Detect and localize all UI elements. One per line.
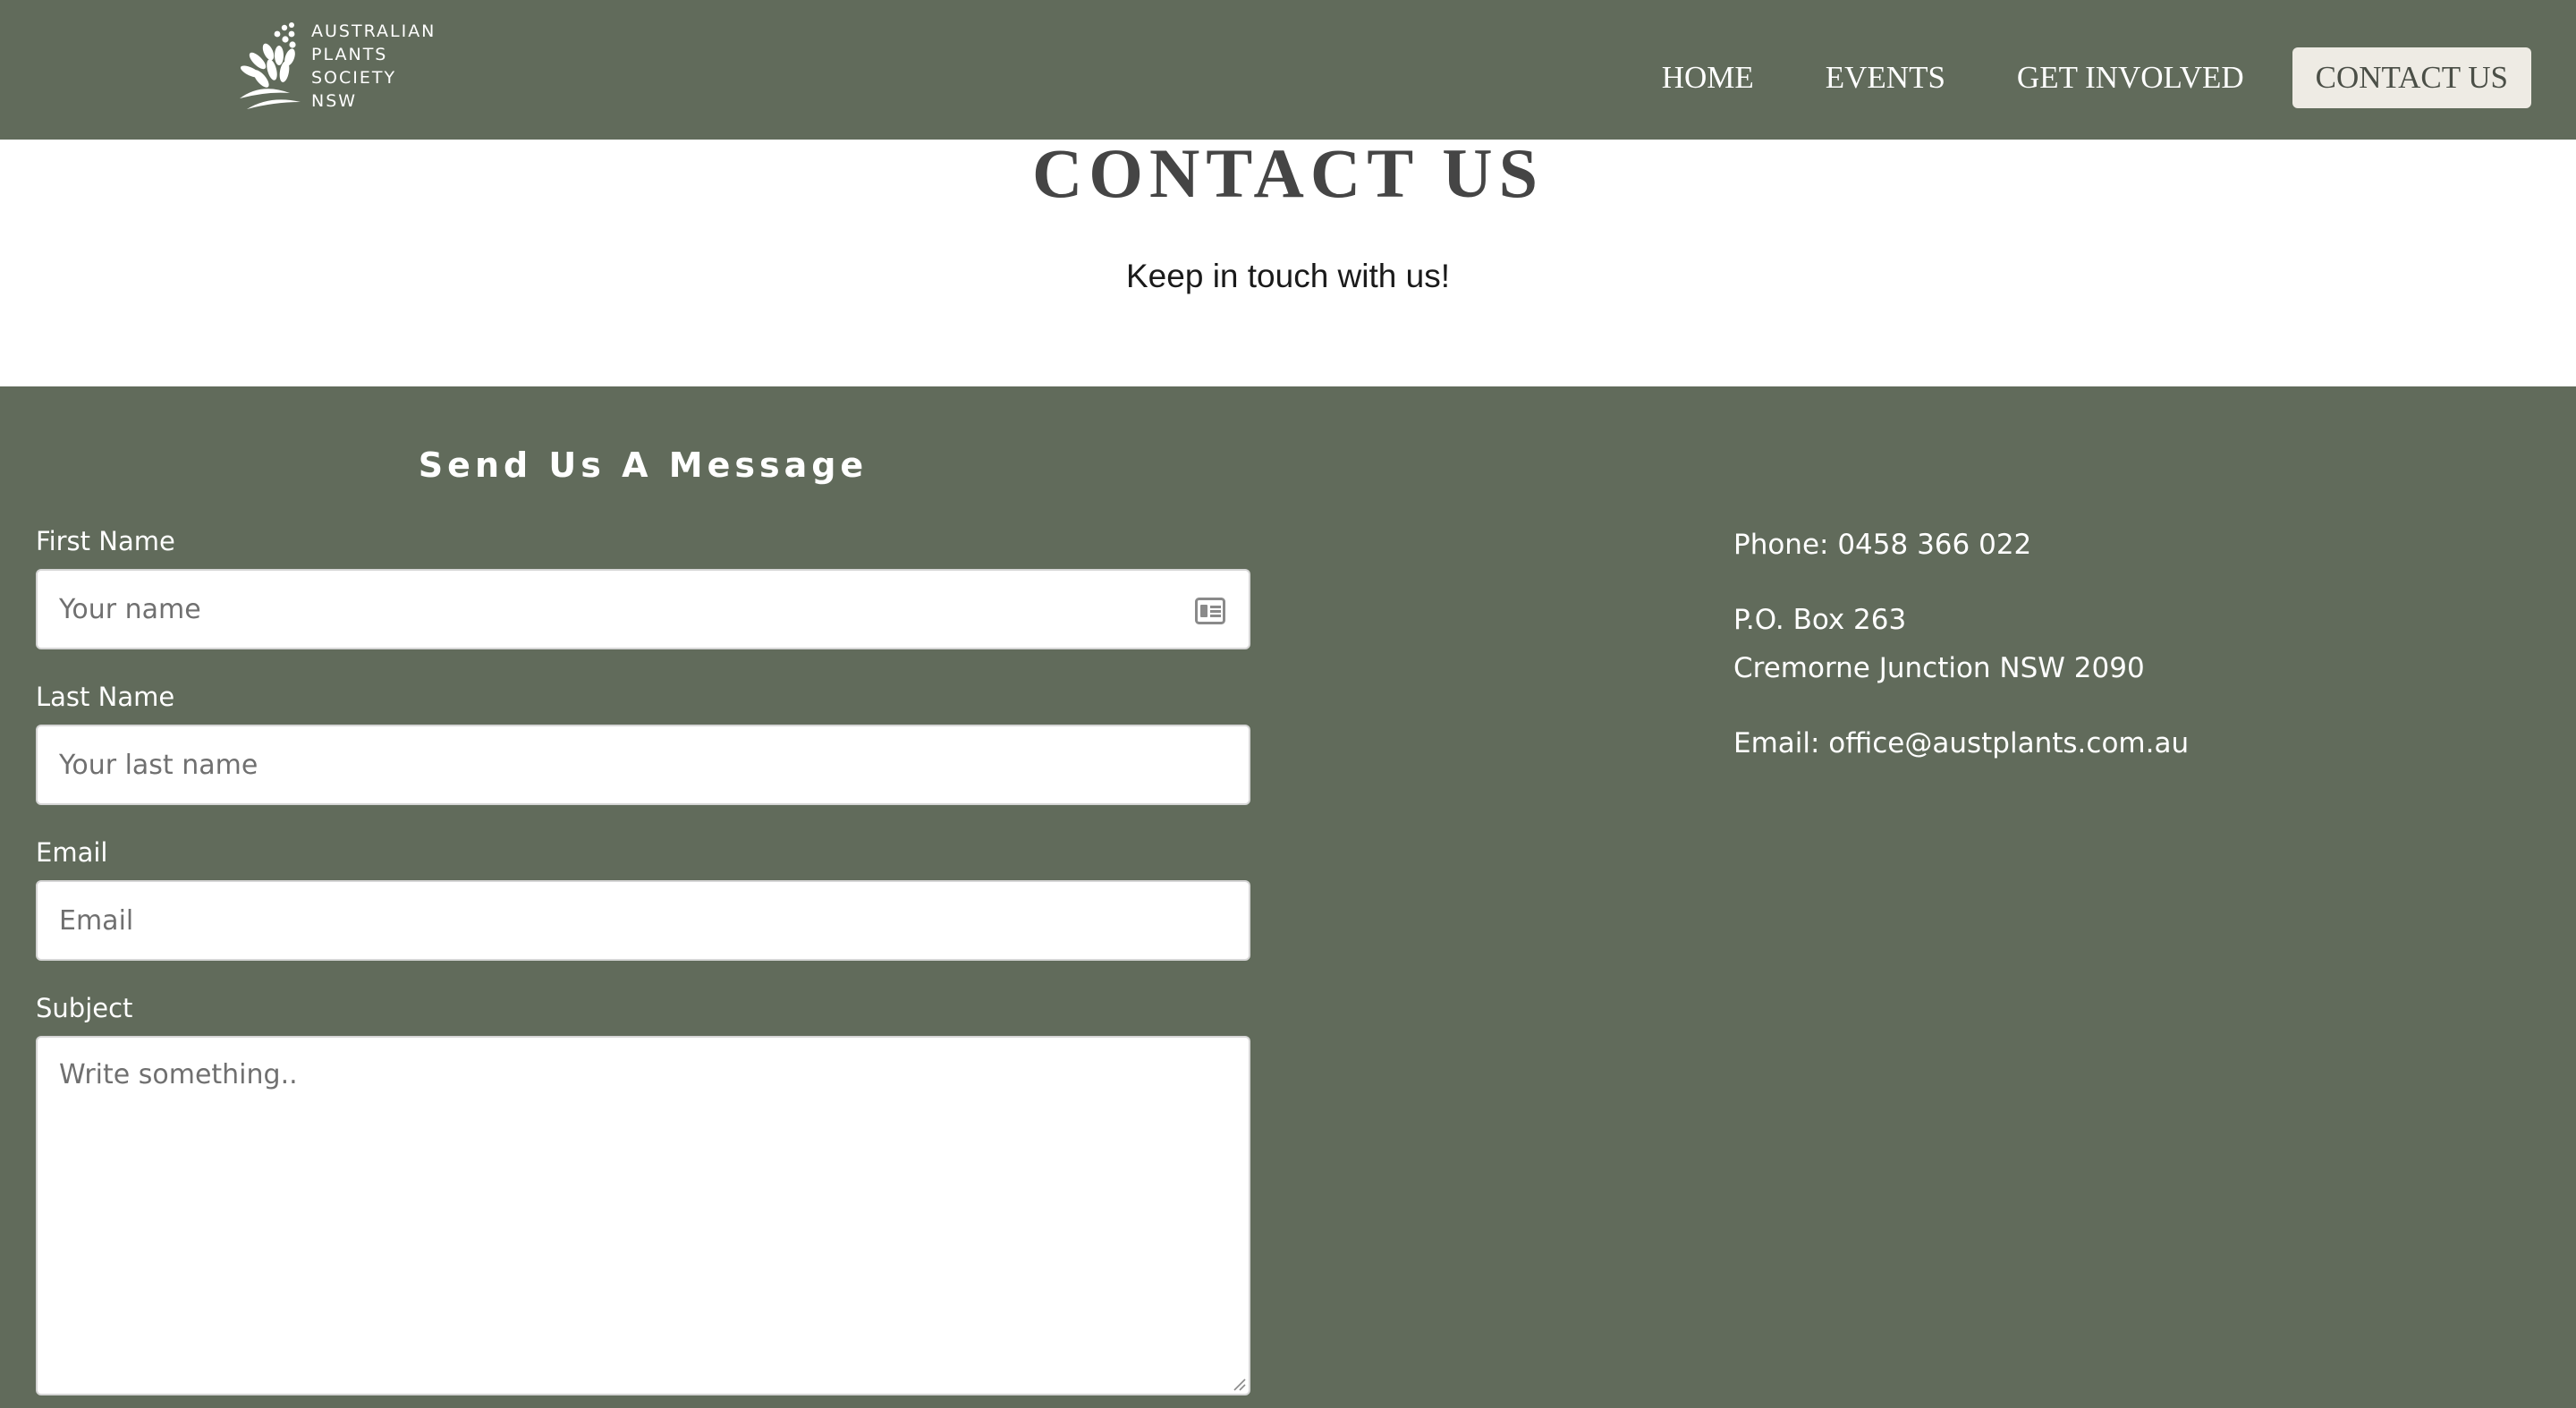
last-name-input[interactable] <box>38 726 1249 803</box>
last-name-label: Last Name <box>36 682 175 712</box>
form-title: Send Us A Message <box>418 445 869 485</box>
contact-card-icon <box>1195 598 1225 624</box>
subject-field-wrapper <box>36 1036 1250 1395</box>
main-nav: HOME EVENTS GET INVOLVED CONTACT US <box>1590 47 2531 109</box>
logo-line-4: NSW <box>311 91 358 111</box>
first-name-input[interactable] <box>38 571 1249 648</box>
logo-wordmark: AUSTRALIAN PLANTS SOCIETY NSW <box>311 20 436 113</box>
hero-section: CONTACT US Keep in touch with us! <box>0 134 2576 386</box>
first-name-field-wrapper <box>36 569 1250 649</box>
contact-email[interactable]: Email: office@austplants.com.au <box>1733 719 2189 768</box>
logo-line-2: PLANTS <box>311 45 388 64</box>
contact-phone: Phone: 0458 366 022 <box>1733 529 2032 561</box>
subject-textarea[interactable] <box>38 1038 1249 1394</box>
nav-home[interactable]: HOME <box>1662 60 1754 96</box>
nav-get-involved[interactable]: GET INVOLVED <box>2017 60 2244 96</box>
logo-line-1: AUSTRALIAN <box>311 21 436 41</box>
site-logo[interactable]: AUSTRALIAN PLANTS SOCIETY NSW <box>234 20 440 113</box>
contact-section: Send Us A Message First Name Last Name E… <box>0 386 2576 1408</box>
logo-line-3: SOCIETY <box>311 68 397 88</box>
contact-address-line-2: Cremorne Junction NSW 2090 <box>1733 652 2145 684</box>
last-name-field-wrapper <box>36 725 1250 805</box>
waratah-logo-icon <box>240 22 301 109</box>
email-input[interactable] <box>38 882 1249 959</box>
site-header: AUSTRALIAN PLANTS SOCIETY NSW HOME EVENT… <box>0 0 2576 140</box>
page-title: CONTACT US <box>1031 134 1545 212</box>
resize-handle-icon[interactable] <box>1230 1375 1246 1391</box>
email-field-wrapper <box>36 880 1250 961</box>
nav-events[interactable]: EVENTS <box>1826 60 1945 96</box>
subject-label: Subject <box>36 993 133 1023</box>
email-label: Email <box>36 837 108 868</box>
page-subtitle: Keep in touch with us! <box>1126 258 1450 294</box>
contact-address-line-1: P.O. Box 263 <box>1733 604 1907 636</box>
first-name-label: First Name <box>36 526 175 556</box>
nav-contact-us[interactable]: CONTACT US <box>2292 47 2531 108</box>
